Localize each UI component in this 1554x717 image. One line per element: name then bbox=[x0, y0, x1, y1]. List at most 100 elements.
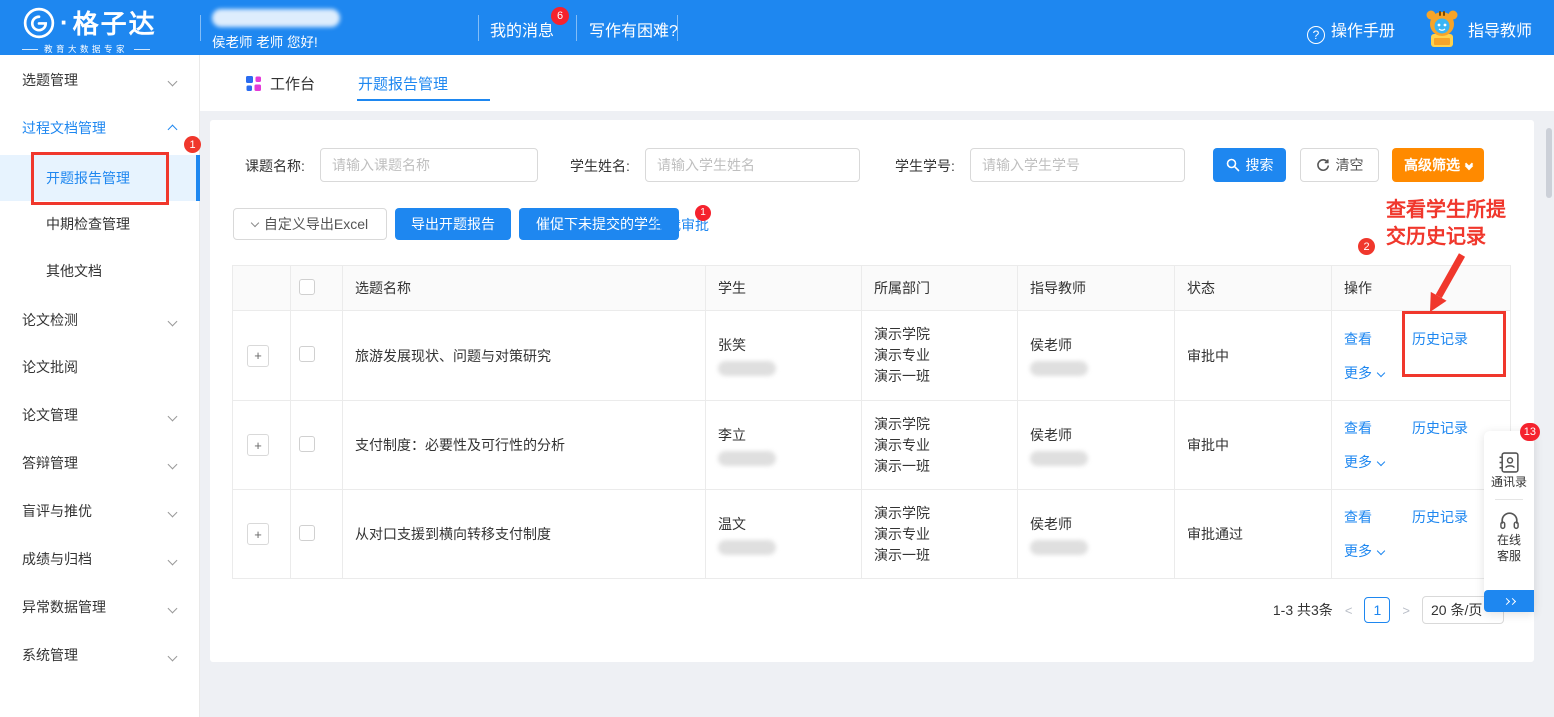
chevron-down-icon bbox=[1377, 547, 1385, 555]
page-scrollbar-thumb[interactable] bbox=[1546, 128, 1552, 198]
col-teacher: 指导教师 bbox=[1018, 266, 1175, 311]
tagline-dash-left bbox=[22, 49, 38, 50]
sidebar-item-other-docs[interactable]: 其他文档 bbox=[0, 248, 200, 294]
annotation-note-line2: 交历史记录 bbox=[1386, 224, 1548, 251]
next-page-button[interactable]: > bbox=[1400, 603, 1412, 618]
row-checkbox[interactable] bbox=[299, 525, 315, 541]
collapse-panel-button[interactable] bbox=[1484, 590, 1534, 612]
contacts-label: 通讯录 bbox=[1491, 474, 1527, 490]
panel-divider bbox=[1495, 499, 1523, 500]
tagline-dash-right bbox=[134, 49, 150, 50]
address-book-icon bbox=[1498, 451, 1521, 474]
sidebar-item-midterm-check[interactable]: 中期检查管理 bbox=[0, 201, 200, 247]
pagination-summary: 1-3 共3条 bbox=[1273, 600, 1333, 620]
dept-line: 演示一班 bbox=[874, 545, 1017, 566]
online-service-button[interactable]: 在线 客服 bbox=[1484, 509, 1534, 564]
pending-approval-link[interactable]: 待我审批 1 bbox=[653, 215, 709, 235]
chevron-down-icon bbox=[168, 604, 178, 614]
search-button[interactable]: 搜索 bbox=[1213, 148, 1286, 182]
advanced-filter-button[interactable]: 高级筛选 bbox=[1392, 148, 1484, 182]
student-id-input[interactable] bbox=[970, 148, 1185, 182]
double-chevron-right-icon bbox=[1508, 597, 1515, 604]
dept-line: 演示学院 bbox=[874, 324, 1017, 345]
dept-cell: 演示学院 演示专业 演示一班 bbox=[862, 490, 1018, 579]
brand-logo: · 格子达 教育大数据专家 bbox=[22, 4, 192, 55]
sidebar-item-label: 论文批阅 bbox=[0, 357, 78, 377]
row-checkbox[interactable] bbox=[299, 346, 315, 362]
sidebar-item-paper-review[interactable]: 论文批阅 bbox=[0, 344, 200, 390]
sidebar-item-paper-mgmt[interactable]: 论文管理 bbox=[0, 392, 200, 438]
page-number-button[interactable]: 1 bbox=[1364, 597, 1390, 623]
sidebar-item-system-mgmt[interactable]: 系统管理 bbox=[0, 632, 200, 678]
expand-row-button[interactable]: + bbox=[247, 345, 269, 367]
history-link[interactable]: 历史记录 bbox=[1412, 418, 1468, 438]
custom-export-excel-button[interactable]: 自定义导出Excel bbox=[233, 208, 387, 240]
col-student: 学生 bbox=[706, 266, 862, 311]
content-card: 课题名称: 学生姓名: 学生学号: 搜索 清空 高级筛选 自定义导出Excel … bbox=[210, 120, 1534, 662]
redacted-text bbox=[718, 451, 776, 466]
student-name-label: 学生姓名: bbox=[570, 156, 630, 176]
sidebar-item-blind-review[interactable]: 盲评与推优 bbox=[0, 488, 200, 534]
sidebar-item-proposal-report[interactable]: 开题报告管理 bbox=[0, 155, 200, 201]
history-link[interactable]: 历史记录 bbox=[1412, 329, 1468, 349]
floating-tools-panel: 13 通讯录 在线 客服 bbox=[1484, 431, 1534, 612]
student-cell: 温文 bbox=[706, 490, 862, 579]
sidebar-item-defense-mgmt[interactable]: 答辩管理 bbox=[0, 440, 200, 486]
student-name-input[interactable] bbox=[645, 148, 860, 182]
brand-dot: · bbox=[60, 7, 69, 38]
clear-button[interactable]: 清空 bbox=[1300, 148, 1379, 182]
dept-line: 演示专业 bbox=[874, 524, 1017, 545]
step1-annotation-badge: 1 bbox=[184, 136, 201, 153]
expand-row-button[interactable]: + bbox=[247, 434, 269, 456]
chevron-down-icon bbox=[168, 460, 178, 470]
select-all-checkbox[interactable] bbox=[299, 279, 315, 295]
col-title: 选题名称 bbox=[343, 266, 706, 311]
topic-title-cell: 从对口支援到横向转移支付制度 bbox=[343, 490, 706, 579]
header-divider bbox=[478, 15, 479, 41]
sidebar-item-grades-archive[interactable]: 成绩与归档 bbox=[0, 536, 200, 582]
tab-proposal-report-mgmt[interactable]: 开题报告管理 bbox=[358, 55, 448, 111]
brand-tagline: 教育大数据专家 bbox=[44, 43, 128, 55]
export-report-button[interactable]: 导出开题报告 bbox=[395, 208, 511, 240]
sidebar-item-topic-mgmt[interactable]: 选题管理 bbox=[0, 57, 200, 103]
pagination: 1-3 共3条 < 1 > 20 条/页 bbox=[1273, 596, 1504, 624]
clear-label: 清空 bbox=[1336, 155, 1364, 175]
table-row: + 从对口支援到横向转移支付制度 温文 演示学院 演示专业 演示一班 侯老师 审… bbox=[233, 490, 1511, 579]
chevron-down-icon bbox=[168, 652, 178, 662]
dept-line: 演示专业 bbox=[874, 435, 1017, 456]
workbench-grid-icon bbox=[245, 75, 262, 92]
topic-name-input[interactable] bbox=[320, 148, 538, 182]
writing-help-link[interactable]: 写作有困难? bbox=[589, 17, 678, 41]
mascot-icon bbox=[1422, 7, 1462, 49]
sidebar-item-label: 过程文档管理 bbox=[0, 118, 106, 138]
chevron-down-icon bbox=[168, 508, 178, 518]
more-link[interactable]: 更多 bbox=[1344, 363, 1510, 383]
expand-row-button[interactable]: + bbox=[247, 523, 269, 545]
dept-line: 演示专业 bbox=[874, 345, 1017, 366]
tab-workbench[interactable]: 工作台 bbox=[245, 55, 315, 111]
contacts-badge: 13 bbox=[1520, 423, 1540, 441]
manual-link[interactable]: ?操作手册 bbox=[1307, 17, 1395, 44]
topic-title-cell: 支付制度：必要性及可行性的分析 bbox=[343, 401, 706, 490]
search-icon bbox=[1226, 158, 1240, 172]
my-messages-link[interactable]: 我的消息 bbox=[490, 17, 554, 41]
header-divider bbox=[576, 15, 577, 41]
contacts-button[interactable]: 通讯录 bbox=[1484, 451, 1534, 490]
history-link[interactable]: 历史记录 bbox=[1412, 507, 1468, 527]
row-checkbox[interactable] bbox=[299, 436, 315, 452]
sidebar-item-process-docs[interactable]: 过程文档管理 bbox=[0, 105, 200, 151]
view-link[interactable]: 查看 bbox=[1344, 418, 1372, 438]
more-label: 更多 bbox=[1344, 452, 1372, 472]
sidebar-item-label: 其他文档 bbox=[0, 261, 102, 281]
more-label: 更多 bbox=[1344, 363, 1372, 383]
sidebar-item-abnormal-data[interactable]: 异常数据管理 bbox=[0, 584, 200, 630]
view-link[interactable]: 查看 bbox=[1344, 507, 1372, 527]
sidebar-item-paper-check[interactable]: 论文检测 bbox=[0, 297, 200, 343]
prev-page-button[interactable]: < bbox=[1343, 603, 1355, 618]
teacher-name: 侯老师 bbox=[1030, 514, 1174, 534]
view-link[interactable]: 查看 bbox=[1344, 329, 1372, 349]
online-service-label-line2: 客服 bbox=[1497, 548, 1521, 564]
chevron-down-icon bbox=[168, 556, 178, 566]
student-name: 温文 bbox=[718, 514, 861, 534]
ops-cell: 查看 历史记录 更多 bbox=[1332, 311, 1511, 401]
